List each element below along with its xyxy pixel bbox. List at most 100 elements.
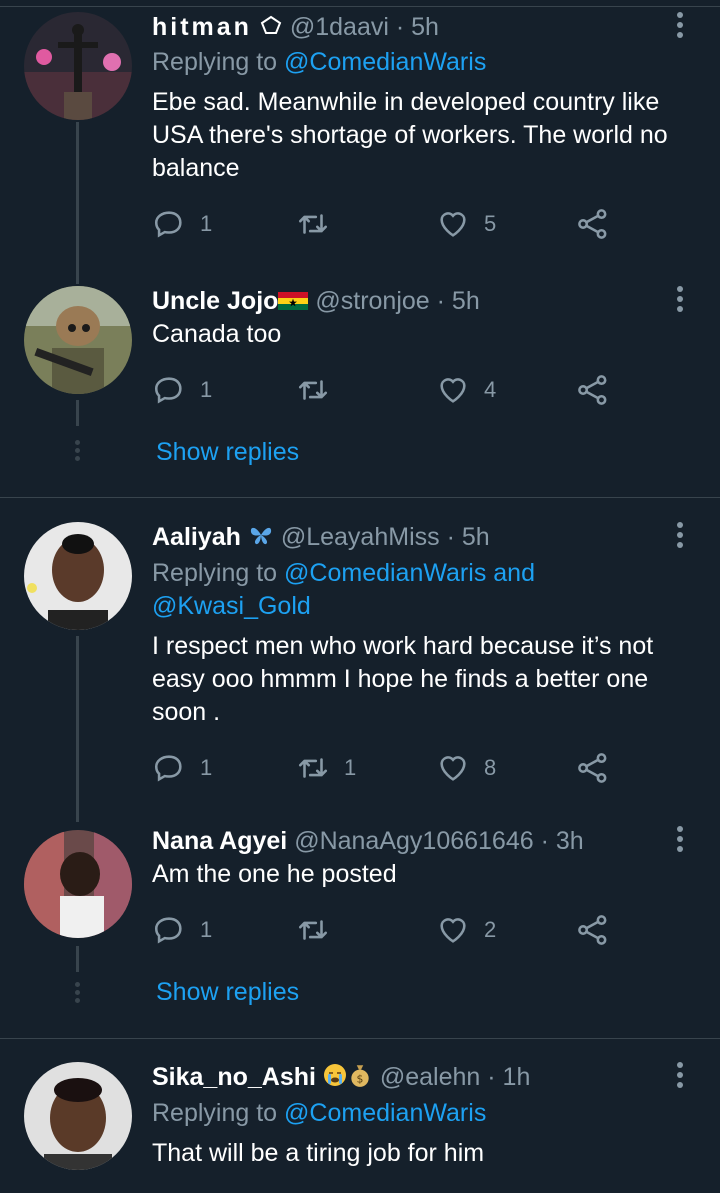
username[interactable]: @LeayahMiss <box>281 523 440 551</box>
thread-line <box>76 400 79 426</box>
replying-to: Replying to @ComedianWaris and <box>152 557 535 589</box>
tweet-header: hitman @1daavi · 5h <box>152 12 439 43</box>
display-name[interactable]: Uncle Jojo <box>152 287 278 315</box>
crying-face-icon <box>323 1063 347 1094</box>
reply-icon <box>154 917 182 944</box>
retweet-icon <box>298 214 328 234</box>
display-name[interactable]: Aaliyah <box>152 523 241 551</box>
share-icon <box>578 375 607 405</box>
tweet-header: Sika_no_Ashi $ @ealehn · 1h <box>152 1062 530 1095</box>
thread-line <box>76 636 79 822</box>
retweet-button[interactable] <box>296 370 330 410</box>
retweet-button[interactable]: 1 <box>296 748 356 788</box>
share-button[interactable] <box>576 370 610 410</box>
username[interactable]: @1daavi <box>290 13 389 41</box>
reply-button[interactable]: 1 <box>152 748 212 788</box>
avatar[interactable] <box>24 1062 132 1170</box>
retweet-button[interactable] <box>296 910 330 950</box>
reply-button[interactable]: 1 <box>152 204 212 244</box>
retweet-button[interactable] <box>296 204 330 244</box>
butterfly-icon <box>248 523 274 553</box>
username[interactable]: @ealehn <box>380 1063 480 1091</box>
svg-text:$: $ <box>356 1073 363 1086</box>
tweet-header: Nana Agyei @NanaAgy10661646 · 3h <box>152 826 584 856</box>
retweet-icon <box>298 758 328 778</box>
share-button[interactable] <box>576 748 610 788</box>
share-icon <box>578 753 607 783</box>
tweet-text: Ebe sad. Meanwhile in developed country … <box>152 88 668 182</box>
display-name[interactable]: Nana Agyei <box>152 827 287 855</box>
thread-more-dots <box>75 440 80 464</box>
heart-icon <box>440 918 466 943</box>
tweet-text: I respect men who work hard because it’s… <box>152 632 654 726</box>
more-vertical-icon[interactable] <box>676 12 684 42</box>
emoji-badge-icon <box>259 13 283 43</box>
retweet-icon <box>298 380 328 400</box>
like-count: 2 <box>484 917 497 942</box>
like-count: 4 <box>484 377 497 402</box>
tweet-actions: 1 4 <box>152 370 632 410</box>
like-count: 5 <box>484 211 497 236</box>
thread-line <box>76 946 79 972</box>
avatar[interactable] <box>24 12 132 120</box>
show-replies-link[interactable]: Show replies <box>156 438 299 467</box>
reply-icon <box>154 755 182 782</box>
replying-to: Replying to @ComedianWaris <box>152 46 486 78</box>
like-button[interactable]: 8 <box>436 748 496 788</box>
username[interactable]: @stronjoe <box>315 287 429 315</box>
replying-to-line2: @Kwasi_Gold <box>152 590 311 622</box>
timestamp[interactable]: · 5h <box>396 13 439 41</box>
timestamp[interactable]: · 5h <box>437 287 480 315</box>
share-icon <box>578 915 607 945</box>
tweet-text: Am the one he posted <box>152 860 397 888</box>
more-vertical-icon[interactable] <box>676 826 684 856</box>
display-name[interactable]: Sika_no_Ashi <box>152 1063 316 1091</box>
more-vertical-icon[interactable] <box>676 286 684 316</box>
reply-icon <box>154 211 182 238</box>
heart-icon <box>440 212 466 237</box>
thread-divider-2 <box>0 1038 720 1039</box>
reply-count: 1 <box>200 917 213 942</box>
mention-link[interactable]: @Kwasi_Gold <box>152 592 311 620</box>
show-replies-link[interactable]: Show replies <box>156 978 299 1007</box>
heart-icon <box>440 756 466 781</box>
tweet-actions: 1 2 <box>152 910 632 950</box>
like-button[interactable]: 5 <box>436 204 496 244</box>
tweet-header: Aaliyah @LeayahMiss · 5h <box>152 522 490 553</box>
display-name[interactable]: hitman <box>152 13 252 41</box>
money-bag-icon: $ <box>347 1062 373 1095</box>
tweet-text: That will be a tiring job for him <box>152 1139 485 1167</box>
avatar[interactable] <box>24 830 132 938</box>
mention-link[interactable]: @ComedianWaris <box>284 1099 486 1127</box>
more-vertical-icon[interactable] <box>676 522 684 552</box>
avatar[interactable] <box>24 286 132 394</box>
like-count: 8 <box>484 755 497 780</box>
share-button[interactable] <box>576 910 610 950</box>
tweet-header: Uncle Jojo @stronjoe · 5h <box>152 286 480 317</box>
more-vertical-icon[interactable] <box>676 1062 684 1092</box>
like-button[interactable]: 2 <box>436 910 496 950</box>
avatar[interactable] <box>24 522 132 630</box>
timestamp[interactable]: · 3h <box>541 827 584 855</box>
reply-count: 1 <box>200 755 213 780</box>
retweet-icon <box>298 920 328 940</box>
reply-count: 1 <box>200 377 213 402</box>
timestamp[interactable]: · 1h <box>487 1063 530 1091</box>
ghana-flag-icon <box>278 287 309 317</box>
thread-divider-1 <box>0 497 720 498</box>
top-divider <box>0 6 720 7</box>
reply-count: 1 <box>200 211 213 236</box>
timestamp[interactable]: · 5h <box>447 523 490 551</box>
username[interactable]: @NanaAgy10661646 <box>294 827 533 855</box>
share-button[interactable] <box>576 204 610 244</box>
mention-link[interactable]: @ComedianWaris <box>284 48 486 76</box>
tweet-text: Canada too <box>152 320 282 348</box>
like-button[interactable]: 4 <box>436 370 496 410</box>
share-icon <box>578 209 607 239</box>
reply-icon <box>154 377 182 404</box>
mention-link[interactable]: @ComedianWaris and <box>284 559 535 587</box>
thread-line <box>76 122 79 284</box>
thread-more-dots <box>75 982 80 1006</box>
reply-button[interactable]: 1 <box>152 370 212 410</box>
reply-button[interactable]: 1 <box>152 910 212 950</box>
